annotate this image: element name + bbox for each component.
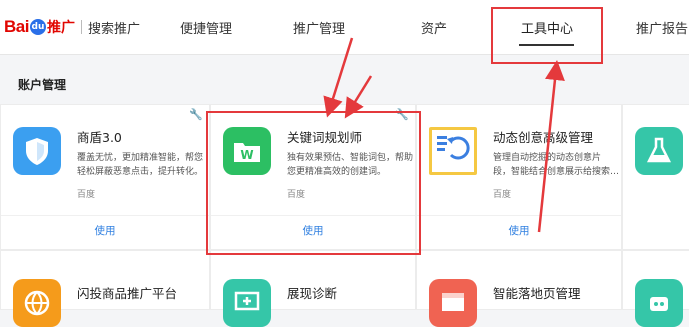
arrow-to-keyword-planner-1 [323, 37, 354, 118]
arrow-to-tool-center [537, 60, 565, 233]
arrow-to-keyword-planner-2 [344, 75, 373, 119]
annotation-arrows [323, 37, 565, 233]
